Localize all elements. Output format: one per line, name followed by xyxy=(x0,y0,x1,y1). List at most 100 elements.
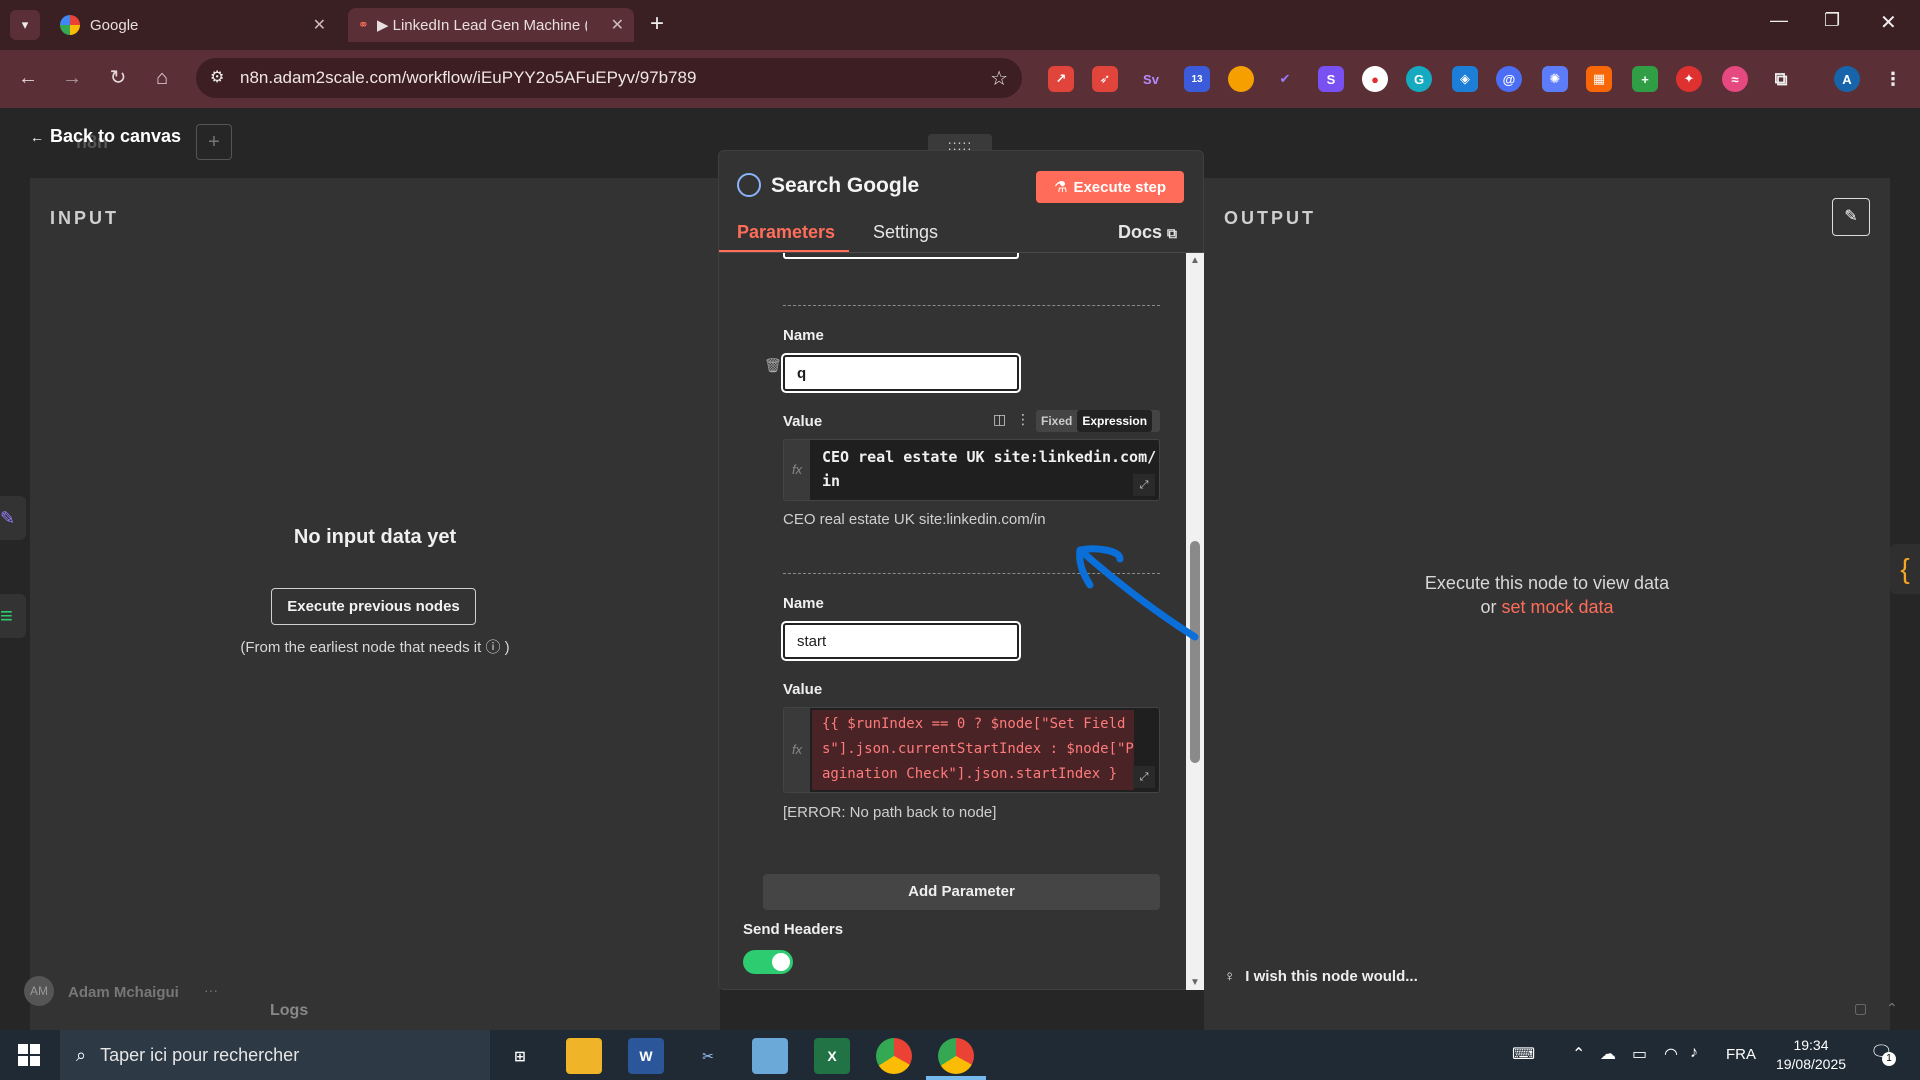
notification-icon[interactable]: 🗨 1 xyxy=(1870,1042,1896,1066)
tab-parameters[interactable]: Parameters xyxy=(737,222,835,243)
expand-expression-icon[interactable]: ⤢ xyxy=(1133,474,1155,496)
extension-s-icon[interactable]: S xyxy=(1318,66,1344,92)
file-explorer-icon[interactable] xyxy=(566,1038,602,1074)
word-icon[interactable]: W xyxy=(628,1038,664,1074)
home-icon[interactable]: ⌂ xyxy=(148,64,176,92)
delete-parameter-icon[interactable]: 🗑 xyxy=(764,357,782,374)
volume-icon[interactable]: ♪ xyxy=(1690,1044,1698,1062)
onedrive-icon[interactable]: ☁ xyxy=(1600,1044,1616,1064)
param-name-input[interactable]: q xyxy=(783,355,1019,391)
battery-icon[interactable]: ▭ xyxy=(1632,1044,1647,1064)
close-icon[interactable]: ✕ xyxy=(313,15,326,35)
options-menu-icon[interactable]: ⋮ xyxy=(1016,411,1030,428)
expression-line: s"].json.currentStartIndex : $node["P xyxy=(822,741,1134,757)
tab-title: ▶ LinkedIn Lead Gen Machine ( xyxy=(376,17,587,34)
help-circle-icon[interactable]: ⓘ xyxy=(485,639,500,656)
extension-spiral-icon[interactable]: @ xyxy=(1496,66,1522,92)
profile-avatar[interactable]: A xyxy=(1834,66,1860,92)
notification-count: 1 xyxy=(1882,1052,1896,1066)
tab-linkedin-lead-gen[interactable]: ⚭ ▶ LinkedIn Lead Gen Machine ( ✕ xyxy=(348,8,634,42)
wifi-icon[interactable]: ◠ xyxy=(1664,1044,1678,1064)
scroll-up-icon[interactable]: ▲ xyxy=(1190,255,1200,266)
sticky-green-icon[interactable]: ≡ xyxy=(0,594,26,638)
extension-shield-icon[interactable]: ◈ xyxy=(1452,66,1478,92)
star-icon[interactable]: ☆ xyxy=(990,66,1008,91)
site-info-icon[interactable]: ⚙ xyxy=(210,67,224,87)
tab-docs[interactable]: Docs ⧉ xyxy=(1118,222,1177,243)
tray-chevron-icon[interactable]: ⌃ xyxy=(1572,1044,1585,1064)
search-icon: ⌕ xyxy=(76,1044,87,1065)
language-indicator[interactable]: FRA xyxy=(1726,1046,1756,1063)
mode-fixed[interactable]: Fixed xyxy=(1036,410,1077,432)
extension-grammarly-icon[interactable]: G xyxy=(1406,66,1432,92)
param-value-expression[interactable]: fx {{ $runIndex == 0 ? $node["Set Field … xyxy=(783,707,1160,793)
task-view-icon[interactable]: ⊞ xyxy=(502,1038,538,1074)
param-value-expression[interactable]: fx CEO real estate UK site:linkedin.com/… xyxy=(783,439,1160,501)
forward-arrow-icon[interactable]: → xyxy=(58,64,86,92)
tab-google[interactable]: Google ✕ xyxy=(50,8,336,42)
extension-rocket-icon[interactable]: ➶ xyxy=(1092,66,1118,92)
execute-step-button[interactable]: ⚗ Execute step xyxy=(1036,171,1184,203)
restore-icon[interactable]: ❐ xyxy=(1824,10,1840,31)
input-hint-text: (From the earliest node that needs it xyxy=(240,639,482,656)
sticky-edit-icon[interactable]: ✎ xyxy=(0,496,26,540)
extension-green-icon[interactable]: + xyxy=(1632,66,1658,92)
extension-moon-icon[interactable] xyxy=(1228,66,1254,92)
expand-expression-icon[interactable]: ⤢ xyxy=(1133,766,1155,788)
tab-search-menu-button[interactable]: ▾ xyxy=(10,10,40,40)
param-name-label: Name xyxy=(783,327,824,344)
excel-icon[interactable]: X xyxy=(814,1038,850,1074)
close-icon[interactable]: ✕ xyxy=(611,15,624,35)
node-title[interactable]: Search Google xyxy=(771,174,919,198)
user-menu-icon[interactable]: ··· xyxy=(204,982,218,998)
feedback-wish[interactable]: ♀ I wish this node would... xyxy=(1224,968,1418,985)
mode-switch[interactable]: Fixed Expression xyxy=(1036,410,1160,432)
notes-icon[interactable] xyxy=(752,1038,788,1074)
add-node-button[interactable]: + xyxy=(196,124,232,160)
chrome-profile-icon[interactable] xyxy=(938,1038,974,1074)
windows-start-icon[interactable] xyxy=(18,1044,40,1066)
extension-red-icon[interactable]: ✦ xyxy=(1676,66,1702,92)
minimize-icon[interactable]: — xyxy=(1770,10,1788,31)
logs-expand-icon[interactable]: ▢ xyxy=(1854,1000,1867,1017)
snipping-icon[interactable]: ✂ xyxy=(690,1038,726,1074)
param-name-input[interactable]: start xyxy=(783,623,1019,659)
new-tab-button[interactable]: + xyxy=(650,10,664,38)
extension-gear-icon[interactable]: ✺ xyxy=(1542,66,1568,92)
back-to-canvas-link[interactable]: ← Back to canvas xyxy=(30,126,181,147)
add-parameter-button[interactable]: Add Parameter xyxy=(763,874,1160,910)
parameter-divider xyxy=(783,305,1160,306)
profile-initial: A xyxy=(1842,71,1852,87)
extensions-puzzle-icon[interactable]: ⧉ xyxy=(1768,66,1794,92)
chrome-icon[interactable] xyxy=(876,1038,912,1074)
keyboard-icon[interactable]: ⌨ xyxy=(1512,1044,1535,1064)
logs-collapse-icon[interactable]: ⌃ xyxy=(1886,1000,1898,1017)
mode-expression[interactable]: Expression xyxy=(1077,410,1153,432)
close-window-icon[interactable]: ✕ xyxy=(1880,10,1897,35)
extension-badge-icon[interactable]: 13 xyxy=(1184,66,1210,92)
extension-arrow-icon[interactable]: ↗ xyxy=(1048,66,1074,92)
extension-orange-icon[interactable]: ▦ xyxy=(1586,66,1612,92)
extension-check-icon[interactable]: ✔ xyxy=(1272,66,1298,92)
back-arrow-icon[interactable]: ← xyxy=(14,64,42,92)
code-braces-icon[interactable]: { xyxy=(1890,544,1920,594)
tab-settings[interactable]: Settings xyxy=(873,222,938,243)
url-text: n8n.adam2scale.com/workflow/iEuPYY2o5AFu… xyxy=(240,68,697,87)
clock[interactable]: 19:34 19/08/2025 xyxy=(1768,1036,1854,1074)
user-avatar[interactable]: AM xyxy=(24,976,54,1006)
reload-icon[interactable]: ↻ xyxy=(104,64,132,92)
browser-menu-icon[interactable]: ⋮ xyxy=(1880,66,1906,92)
clock-date: 19/08/2025 xyxy=(1775,1056,1847,1072)
extension-sv-icon[interactable]: Sv xyxy=(1138,66,1164,92)
execute-previous-nodes-button[interactable]: Execute previous nodes xyxy=(271,588,476,625)
send-headers-toggle[interactable] xyxy=(743,950,793,974)
scroll-down-icon[interactable]: ▼ xyxy=(1190,977,1200,988)
set-mock-data-link[interactable]: set mock data xyxy=(1501,597,1613,617)
extension-pokeball-icon[interactable]: ● xyxy=(1362,66,1388,92)
logs-label[interactable]: Logs xyxy=(270,1002,308,1020)
edit-output-button[interactable]: ✎ xyxy=(1832,198,1870,236)
extension-pink-icon[interactable]: ≈ xyxy=(1722,66,1748,92)
address-bar[interactable]: ⚙ n8n.adam2scale.com/workflow/iEuPYY2o5A… xyxy=(196,58,1022,98)
panel-toggle-icon[interactable]: ◫ xyxy=(993,411,1006,428)
taskbar-search-box[interactable]: ⌕ Taper ici pour rechercher xyxy=(60,1030,490,1080)
